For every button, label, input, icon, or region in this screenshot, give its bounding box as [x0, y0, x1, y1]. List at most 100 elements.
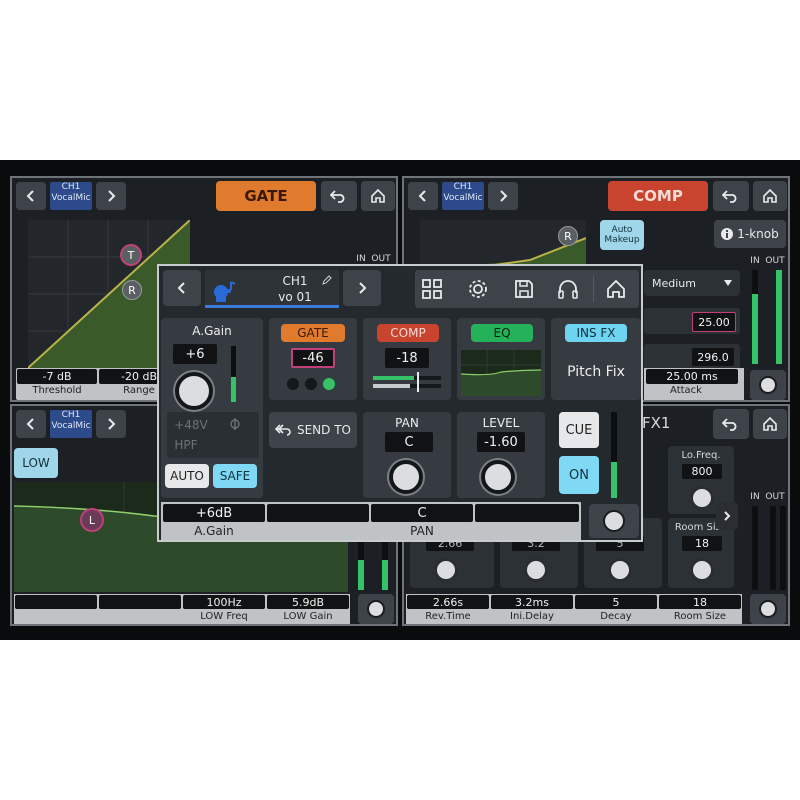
- gear-icon: [469, 280, 487, 298]
- strip-cell-1-value[interactable]: +6dB: [163, 504, 265, 522]
- fx-title: FX1: [642, 414, 671, 432]
- roomsize-knob[interactable]: [690, 558, 714, 582]
- decay-value[interactable]: 5: [575, 595, 657, 609]
- freq-label: LOW Freq: [200, 611, 248, 622]
- undo-button[interactable]: [713, 181, 749, 211]
- overlay-knob-mode-button[interactable]: [589, 504, 639, 538]
- safe-button[interactable]: SAFE: [213, 464, 257, 488]
- toolbar-divider: [593, 276, 594, 302]
- level-value[interactable]: -1.60: [477, 432, 525, 452]
- undo-button[interactable]: [713, 409, 749, 439]
- one-knob-button[interactable]: 1-knob: [714, 220, 786, 248]
- chevron-left-icon: [26, 190, 34, 202]
- grid-icon: [422, 279, 442, 299]
- inidelay-value[interactable]: 3.2ms: [491, 595, 573, 609]
- knob-mode-button[interactable]: [750, 370, 786, 400]
- knob-mode-button[interactable]: [750, 594, 786, 624]
- roomsize-strip-value[interactable]: 18: [659, 595, 741, 609]
- undo-icon: [722, 418, 737, 431]
- pan-value[interactable]: C: [385, 432, 433, 452]
- knob-mode-button[interactable]: [358, 594, 394, 624]
- low-band-button[interactable]: LOW: [14, 448, 58, 478]
- marker-l[interactable]: L: [80, 508, 104, 532]
- overlay-home-button[interactable]: [605, 278, 627, 300]
- next-channel-button[interactable]: [96, 410, 126, 438]
- prev-channel-button[interactable]: [408, 182, 438, 210]
- param-value-2[interactable]: 296.0: [692, 348, 734, 366]
- prev-channel-button[interactable]: [16, 410, 46, 438]
- undo-icon: [722, 190, 737, 203]
- comp-value[interactable]: -18: [385, 348, 429, 368]
- send-icon: [274, 424, 291, 436]
- settings-button[interactable]: [467, 278, 489, 300]
- gate-value[interactable]: -46: [291, 348, 335, 368]
- channel-meter: [611, 412, 617, 498]
- comp-label: COMP: [377, 324, 439, 342]
- strip-cell-1-label: A.Gain: [194, 524, 234, 538]
- gain-label: LOW Gain: [283, 611, 333, 622]
- strip-cell-4-value[interactable]: [475, 504, 579, 522]
- lofreq-knob[interactable]: [690, 486, 714, 510]
- in-label: IN: [750, 492, 760, 502]
- channel-badge: CH1 VocalMic: [442, 182, 484, 210]
- auto-button[interactable]: AUTO: [165, 464, 209, 488]
- auto-makeup-button[interactable]: Auto Makeup: [600, 220, 644, 250]
- strip-cell-3-value[interactable]: C: [371, 504, 473, 522]
- marker-r[interactable]: R: [122, 280, 142, 300]
- fx-knob-3[interactable]: [608, 558, 632, 582]
- comp-gr-meter-2: [373, 384, 441, 388]
- again-knob[interactable]: [175, 372, 213, 410]
- attack-value[interactable]: 25.00 ms: [646, 369, 738, 384]
- send-to-button[interactable]: SEND TO: [269, 412, 357, 448]
- cue-button[interactable]: CUE: [559, 412, 599, 448]
- phantom-label[interactable]: +48V: [171, 418, 211, 432]
- fx-knob-1[interactable]: [434, 558, 458, 582]
- info-icon: [721, 228, 734, 240]
- revtime-value[interactable]: 2.66s: [407, 595, 489, 609]
- marker-r[interactable]: R: [558, 226, 578, 246]
- strip-cell-2-value[interactable]: [267, 504, 369, 522]
- freq-value[interactable]: 100Hz: [183, 595, 265, 609]
- lofreq-label: Lo.Freq.: [681, 450, 721, 461]
- in-meter: [752, 506, 758, 590]
- home-button[interactable]: [361, 181, 395, 211]
- overlay-channel-display[interactable]: CH1 vo 01: [205, 270, 339, 308]
- next-channel-button[interactable]: [488, 182, 518, 210]
- next-page-button[interactable]: [716, 502, 738, 530]
- next-channel-button[interactable]: [96, 182, 126, 210]
- insfx-value: Pitch Fix: [567, 364, 625, 380]
- overlay-next-button[interactable]: [343, 270, 381, 306]
- grid-button[interactable]: [421, 278, 443, 300]
- insfx-label: INS FX: [565, 324, 627, 342]
- gate-title-button[interactable]: GATE: [216, 181, 316, 211]
- again-value[interactable]: +6: [173, 344, 217, 364]
- comp-title-button[interactable]: COMP: [608, 181, 708, 211]
- monitor-button[interactable]: [557, 278, 579, 300]
- level-knob[interactable]: [481, 460, 515, 494]
- undo-button[interactable]: [321, 181, 357, 211]
- hpf-label[interactable]: HPF: [171, 438, 201, 452]
- overlay-channel-number: CH1: [282, 274, 308, 288]
- save-button[interactable]: [513, 278, 535, 300]
- home-icon: [371, 188, 385, 203]
- threshold-value[interactable]: -7 dB: [17, 369, 97, 384]
- knee-select[interactable]: Medium: [644, 270, 740, 296]
- home-button[interactable]: [753, 409, 787, 439]
- home-button[interactable]: [753, 181, 787, 211]
- inidelay-label: Ini.Delay: [510, 611, 554, 622]
- roomsize-value[interactable]: 18: [682, 536, 722, 551]
- param-value-1[interactable]: 25.00: [692, 312, 736, 332]
- pencil-icon[interactable]: [321, 274, 333, 286]
- one-knob-label: 1-knob: [737, 227, 779, 241]
- lofreq-value[interactable]: 800: [682, 464, 722, 479]
- fx-knob-2[interactable]: [524, 558, 548, 582]
- save-icon: [515, 280, 533, 298]
- phase-icon[interactable]: [229, 418, 241, 430]
- channel-name: VocalMic: [443, 193, 483, 203]
- marker-t[interactable]: T: [120, 244, 142, 266]
- overlay-prev-button[interactable]: [163, 270, 201, 306]
- on-button[interactable]: ON: [559, 456, 599, 494]
- pan-knob[interactable]: [389, 460, 423, 494]
- gain-value[interactable]: 5.9dB: [267, 595, 349, 609]
- prev-channel-button[interactable]: [16, 182, 46, 210]
